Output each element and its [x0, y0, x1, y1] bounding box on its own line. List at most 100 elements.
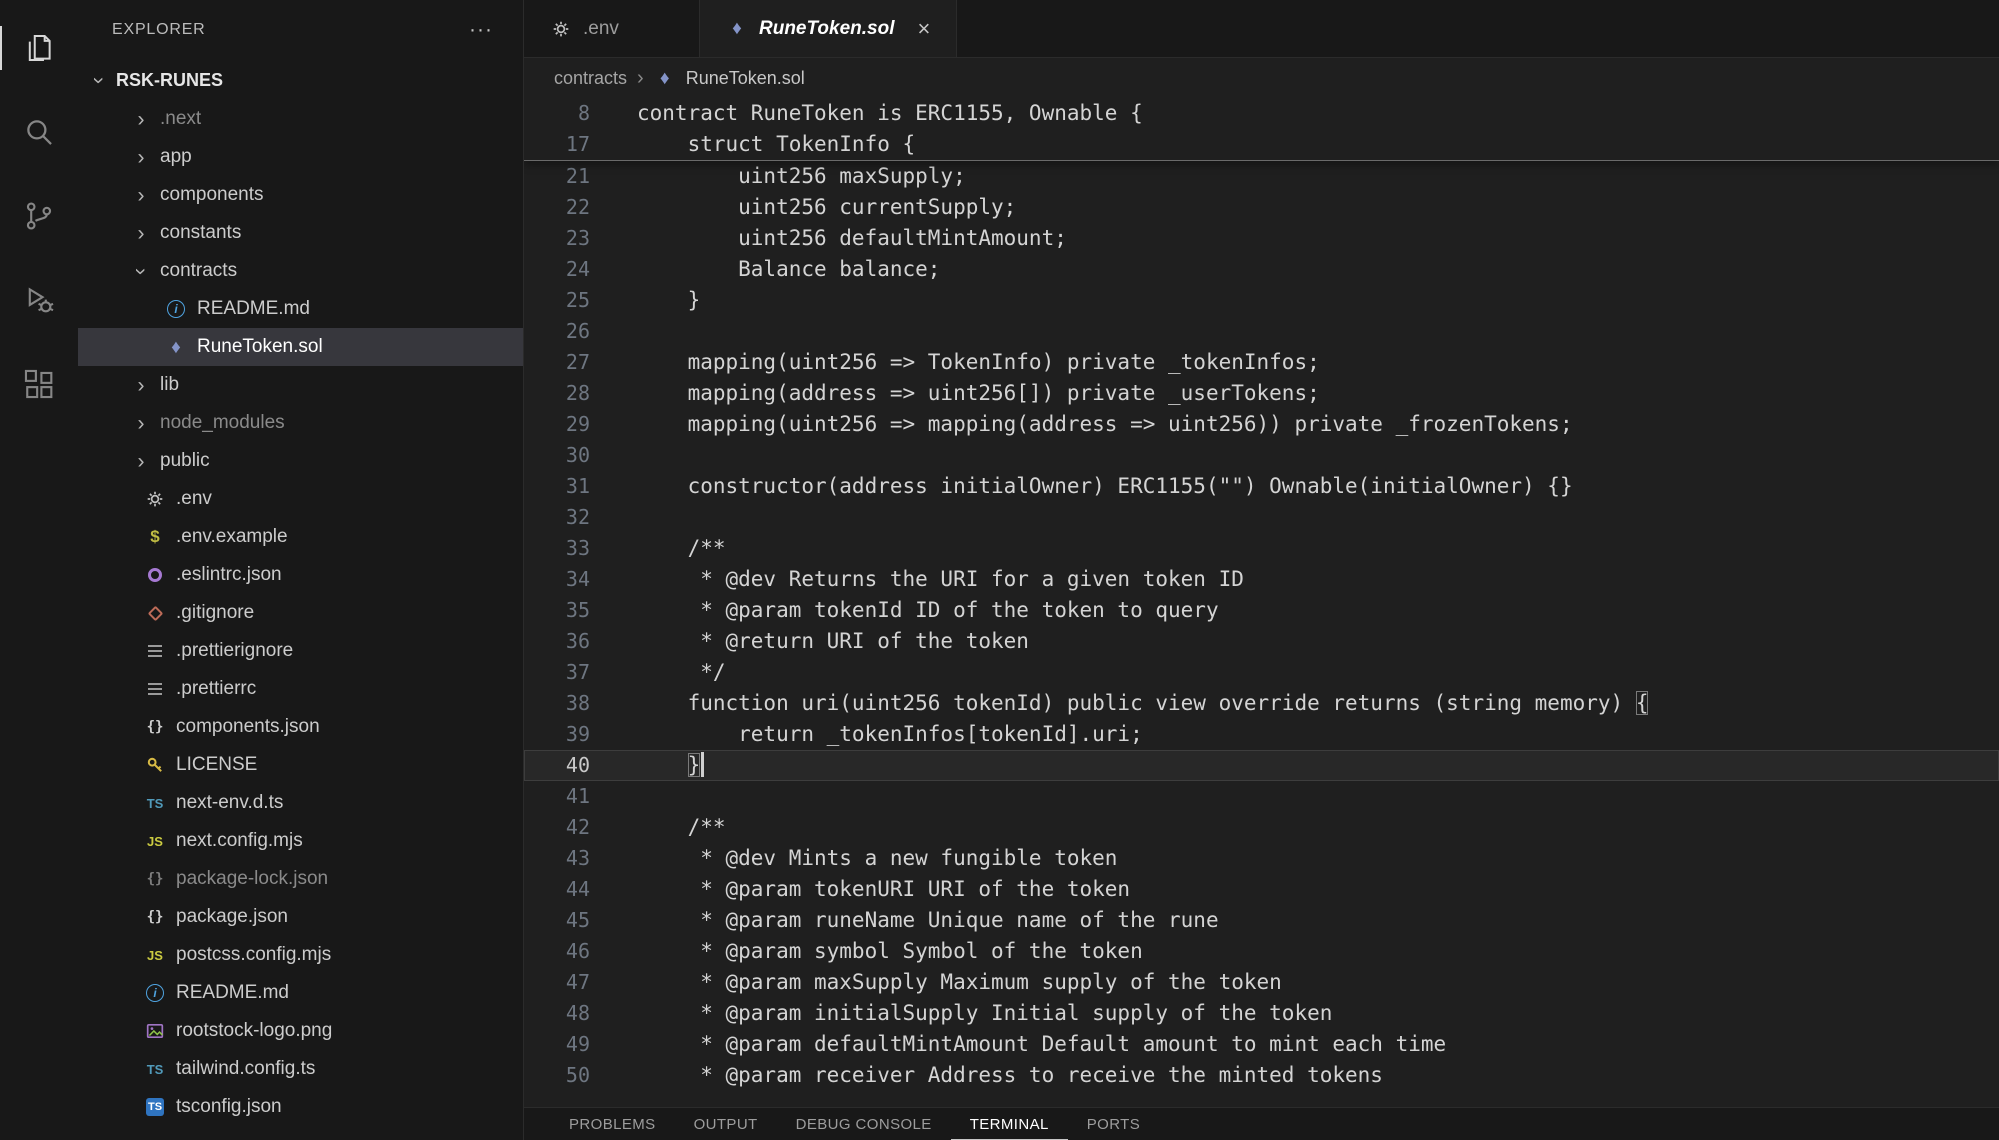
code-line-43[interactable]: 43 * @dev Mints a new fungible token: [524, 843, 1999, 874]
line-number: 27: [524, 347, 590, 378]
code-line-50[interactable]: 50 * @param receiver Address to receive …: [524, 1060, 1999, 1091]
item-label: .prettierrc: [176, 678, 256, 700]
lines-icon: [144, 678, 166, 700]
code-line-27[interactable]: 27 mapping(uint256 => TokenInfo) private…: [524, 347, 1999, 378]
folder-components[interactable]: ›components: [78, 176, 523, 214]
code-line-39[interactable]: 39 return _tokenInfos[tokenId].uri;: [524, 719, 1999, 750]
code-line-25[interactable]: 25 }: [524, 285, 1999, 316]
code-text: * @dev Mints a new fungible token: [637, 843, 1117, 874]
code-line-34[interactable]: 34 * @dev Returns the URI for a given to…: [524, 564, 1999, 595]
search-icon[interactable]: [0, 90, 78, 174]
item-label: tailwind.config.ts: [176, 1058, 315, 1080]
line-number: 38: [524, 688, 590, 719]
file-.eslintrc.json[interactable]: .eslintrc.json: [78, 556, 523, 594]
code-line-44[interactable]: 44 * @param tokenURI URI of the token: [524, 874, 1999, 905]
file-license[interactable]: LICENSE: [78, 746, 523, 784]
file-rootstock-logo.png[interactable]: rootstock-logo.png: [78, 1012, 523, 1050]
code-line-33[interactable]: 33 /**: [524, 533, 1999, 564]
file-runetoken.sol[interactable]: ♦RuneToken.sol: [78, 328, 523, 366]
close-icon[interactable]: ×: [917, 18, 930, 40]
section-label: RSK-RUNES: [116, 70, 223, 91]
code-editor[interactable]: 8contract RuneToken is ERC1155, Ownable …: [524, 98, 1999, 1107]
code-text: * @param tokenId ID of the token to quer…: [637, 595, 1219, 626]
file-components.json[interactable]: {}components.json: [78, 708, 523, 746]
panel-tab-ports[interactable]: PORTS: [1068, 1108, 1159, 1140]
code-lines: 21 uint256 maxSupply;22 uint256 currentS…: [524, 161, 1999, 1091]
folder-app[interactable]: ›app: [78, 138, 523, 176]
item-label: next.config.mjs: [176, 830, 303, 852]
code-line-28[interactable]: 28 mapping(address => uint256[]) private…: [524, 378, 1999, 409]
section-header-rsk-runes[interactable]: › RSK-RUNES: [78, 60, 523, 100]
tab-.env[interactable]: .env: [524, 0, 700, 57]
file-.gitignore[interactable]: .gitignore: [78, 594, 523, 632]
folder-lib[interactable]: ›lib: [78, 366, 523, 404]
panel-tab-output[interactable]: OUTPUT: [675, 1108, 777, 1140]
code-line-32[interactable]: 32: [524, 502, 1999, 533]
solidity-icon: ♦: [726, 18, 748, 40]
chevron-down-icon: ›: [89, 71, 110, 89]
file-tsconfig.json[interactable]: TStsconfig.json: [78, 1088, 523, 1126]
code-line-29[interactable]: 29 mapping(uint256 => mapping(address =>…: [524, 409, 1999, 440]
code-line-17[interactable]: 17 struct TokenInfo {: [524, 129, 1999, 160]
folder-contracts[interactable]: ›contracts: [78, 252, 523, 290]
code-line-38[interactable]: 38 function uri(uint256 tokenId) public …: [524, 688, 1999, 719]
code-line-49[interactable]: 49 * @param defaultMintAmount Default am…: [524, 1029, 1999, 1060]
panel-tab-problems[interactable]: PROBLEMS: [550, 1108, 675, 1140]
code-line-24[interactable]: 24 Balance balance;: [524, 254, 1999, 285]
file-tailwind.config.ts[interactable]: TStailwind.config.ts: [78, 1050, 523, 1088]
file-next.config.mjs[interactable]: JSnext.config.mjs: [78, 822, 523, 860]
code-line-47[interactable]: 47 * @param maxSupply Maximum supply of …: [524, 967, 1999, 998]
extensions-icon[interactable]: [0, 342, 78, 426]
run-debug-icon[interactable]: [0, 258, 78, 342]
code-line-41[interactable]: 41: [524, 781, 1999, 812]
tab-runetoken.sol[interactable]: ♦RuneToken.sol×: [700, 0, 957, 57]
file-.prettierignore[interactable]: .prettierignore: [78, 632, 523, 670]
item-label: postcss.config.mjs: [176, 944, 331, 966]
file-.prettierrc[interactable]: .prettierrc: [78, 670, 523, 708]
code-line-22[interactable]: 22 uint256 currentSupply;: [524, 192, 1999, 223]
chevron-right-icon: ›: [132, 223, 150, 244]
panel-tab-debug-console[interactable]: DEBUG CONSOLE: [777, 1108, 951, 1140]
code-line-31[interactable]: 31 constructor(address initialOwner) ERC…: [524, 471, 1999, 502]
line-number: 43: [524, 843, 590, 874]
file-readme.md[interactable]: iREADME.md: [78, 290, 523, 328]
code-line-37[interactable]: 37 */: [524, 657, 1999, 688]
file-readme.md[interactable]: iREADME.md: [78, 974, 523, 1012]
file-next-env.d.ts[interactable]: TSnext-env.d.ts: [78, 784, 523, 822]
tab-bar: .env♦RuneToken.sol×: [524, 0, 1999, 58]
chevron-right-icon: ›: [132, 413, 150, 434]
explorer-icon[interactable]: [0, 6, 78, 90]
breadcrumb-folder[interactable]: contracts: [554, 68, 627, 89]
code-text: uint256 currentSupply;: [637, 192, 1016, 223]
panel-tab-terminal[interactable]: TERMINAL: [951, 1108, 1068, 1140]
info-icon: i: [144, 982, 166, 1004]
code-line-35[interactable]: 35 * @param tokenId ID of the token to q…: [524, 595, 1999, 626]
code-text: Balance balance;: [637, 254, 940, 285]
folder-node_modules[interactable]: ›node_modules: [78, 404, 523, 442]
breadcrumb-file[interactable]: RuneToken.sol: [686, 68, 805, 89]
solidity-icon: ♦: [654, 67, 676, 89]
code-line-21[interactable]: 21 uint256 maxSupply;: [524, 161, 1999, 192]
code-line-23[interactable]: 23 uint256 defaultMintAmount;: [524, 223, 1999, 254]
code-line-26[interactable]: 26: [524, 316, 1999, 347]
folder-public[interactable]: ›public: [78, 442, 523, 480]
line-number: 28: [524, 378, 590, 409]
file-postcss.config.mjs[interactable]: JSpostcss.config.mjs: [78, 936, 523, 974]
file-package.json[interactable]: {}package.json: [78, 898, 523, 936]
code-line-36[interactable]: 36 * @return URI of the token: [524, 626, 1999, 657]
file-package-lock.json[interactable]: {}package-lock.json: [78, 860, 523, 898]
code-line-8[interactable]: 8contract RuneToken is ERC1155, Ownable …: [524, 98, 1999, 129]
file-.env[interactable]: .env: [78, 480, 523, 518]
file-.env.example[interactable]: $.env.example: [78, 518, 523, 556]
code-line-48[interactable]: 48 * @param initialSupply Initial supply…: [524, 998, 1999, 1029]
code-line-46[interactable]: 46 * @param symbol Symbol of the token: [524, 936, 1999, 967]
code-line-30[interactable]: 30: [524, 440, 1999, 471]
item-label: package-lock.json: [176, 868, 328, 890]
more-actions-icon[interactable]: ···: [469, 18, 493, 42]
folder-constants[interactable]: ›constants: [78, 214, 523, 252]
source-control-icon[interactable]: [0, 174, 78, 258]
code-line-40[interactable]: 40 }: [524, 750, 1999, 781]
folder-.next[interactable]: ›.next: [78, 100, 523, 138]
code-line-45[interactable]: 45 * @param runeName Unique name of the …: [524, 905, 1999, 936]
code-line-42[interactable]: 42 /**: [524, 812, 1999, 843]
